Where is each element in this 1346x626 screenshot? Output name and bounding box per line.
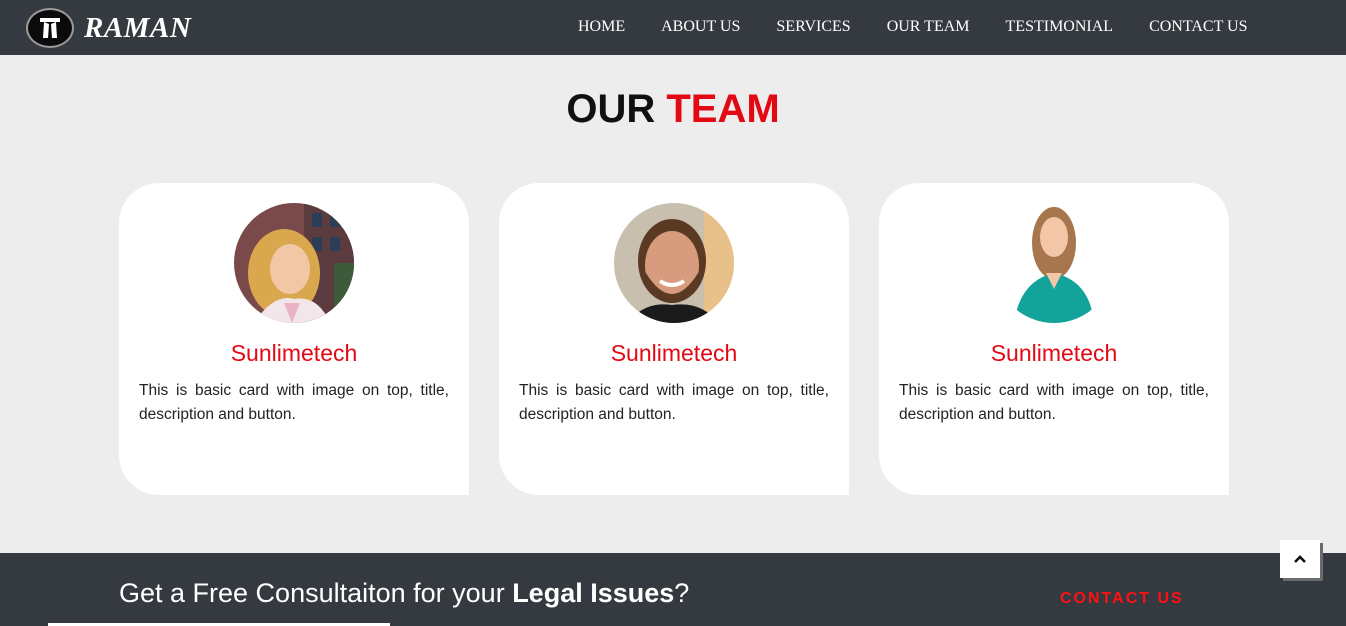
card-description: This is basic card with image on top, ti…	[139, 382, 449, 423]
woman-smiling-photo	[234, 203, 354, 323]
nav-testimonial[interactable]: TESTIMONIAL	[988, 17, 1132, 37]
scroll-to-top-button[interactable]	[1280, 540, 1320, 578]
nav-about-us[interactable]: ABOUT US	[643, 17, 758, 37]
team-card: Sunlimetech This is basic card with imag…	[879, 183, 1229, 495]
card-name: Sunlimetech	[610, 340, 738, 366]
woman-teal-top-photo	[994, 203, 1114, 323]
main-nav: HOME ABOUT US SERVICES OUR TEAM TESTIMON…	[560, 17, 1266, 37]
consultation-text-end: ?	[674, 578, 690, 608]
consultation-text-bold: Legal Issues	[512, 578, 675, 608]
consultation-text: Get a Free Consultaiton for your Legal I…	[119, 577, 689, 609]
section-title-accent: TEAM	[666, 87, 780, 131]
nav-home[interactable]: HOME	[560, 17, 643, 37]
consultation-text-plain: Get a Free Consultaiton for your	[119, 578, 513, 608]
card-description: This is basic card with image on top, ti…	[519, 382, 829, 423]
team-card: Sunlimetech This is basic card with imag…	[499, 183, 849, 495]
brand-logo-link[interactable]: RAMAN	[26, 8, 191, 48]
brand-name: RAMAN	[84, 11, 192, 44]
nav-services[interactable]: SERVICES	[758, 17, 868, 37]
navbar: RAMAN HOME ABOUT US SERVICES OUR TEAM TE…	[0, 0, 1346, 55]
chevron-up-icon	[1294, 555, 1306, 563]
nav-our-team[interactable]: OUR TEAM	[869, 17, 988, 37]
card-name: Sunlimetech	[990, 340, 1118, 366]
contact-us-link[interactable]: CONTACT US	[1060, 590, 1184, 608]
section-title-main: OUR	[566, 87, 656, 131]
card-description: This is basic card with image on top, ti…	[899, 382, 1209, 423]
card-name: Sunlimetech	[230, 340, 358, 366]
nav-contact-us[interactable]: CONTACT US	[1131, 17, 1265, 37]
team-cards: Sunlimetech This is basic card with imag…	[119, 183, 1229, 495]
lawyer-bands-icon	[26, 8, 74, 48]
team-card: Sunlimetech This is basic card with imag…	[119, 183, 469, 495]
section-title: OUR TEAM	[0, 85, 1346, 133]
bearded-man-photo	[614, 203, 734, 323]
consultation-banner: Get a Free Consultaiton for your Legal I…	[0, 553, 1346, 626]
